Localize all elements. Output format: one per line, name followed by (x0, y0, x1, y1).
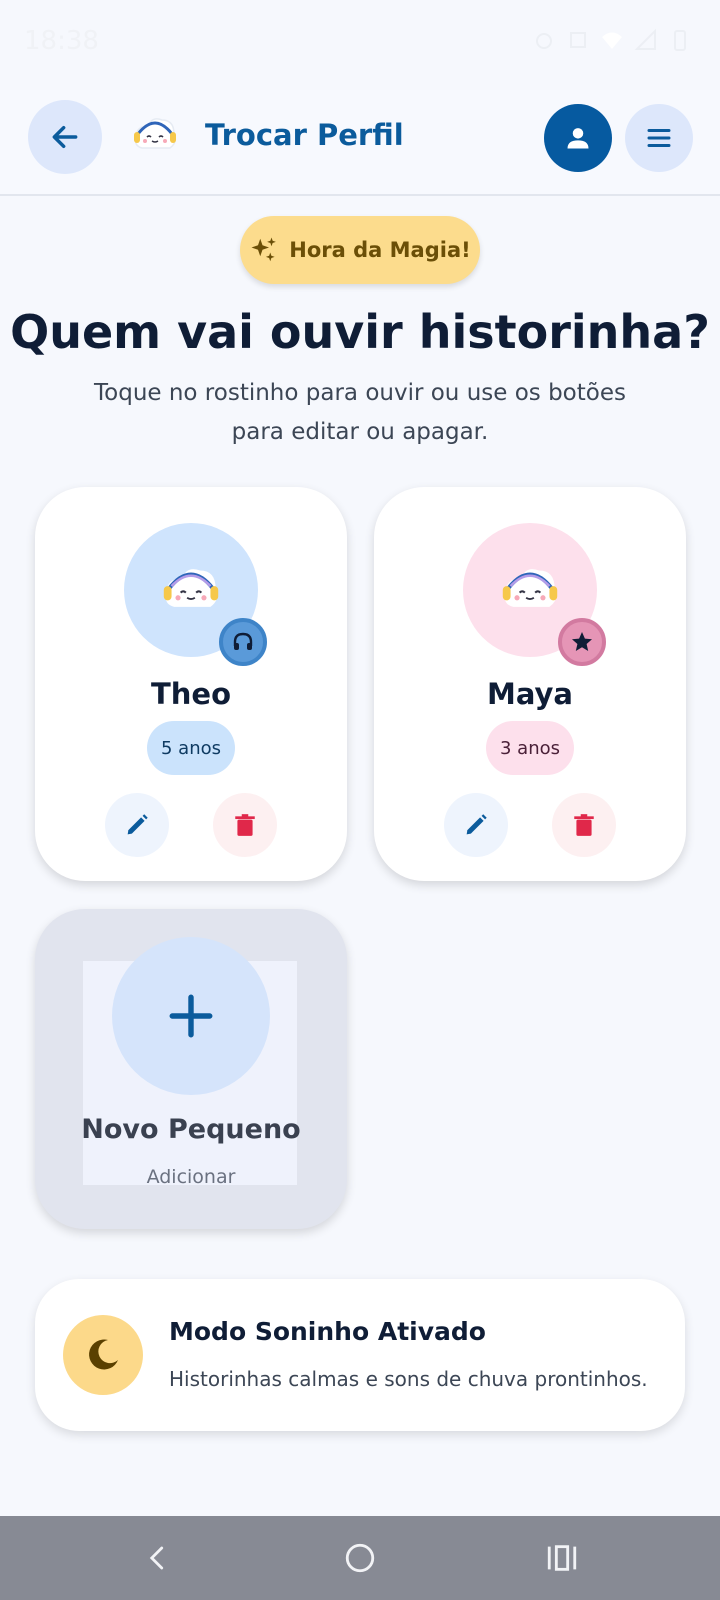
headline: Quem vai ouvir historinha? (10, 305, 710, 359)
profile-card-theo: Theo 5 anos (35, 487, 347, 881)
magic-hour-button[interactable]: Hora da Magia! (240, 216, 480, 284)
delete-profile-button[interactable] (552, 793, 616, 857)
trash-icon (235, 814, 255, 836)
status-icons (532, 28, 692, 52)
delete-profile-button[interactable] (213, 793, 277, 857)
nav-home-button[interactable] (338, 1536, 382, 1580)
circle-home-icon (345, 1543, 375, 1573)
age-badge: 5 anos (147, 721, 235, 775)
menu-button[interactable] (625, 104, 693, 172)
edit-profile-button[interactable] (444, 793, 508, 857)
headphones-icon (233, 632, 253, 650)
age-badge: 3 anos (486, 721, 574, 775)
data-icon (566, 28, 590, 52)
signal-icon (634, 28, 658, 52)
magic-hour-label: Hora da Magia! (289, 238, 471, 262)
page-title: Trocar Perfil (205, 118, 404, 152)
cloud-face-icon (163, 569, 219, 607)
app-bar: Trocar Perfil (0, 90, 720, 196)
headphones-badge (219, 618, 267, 666)
nav-recents-button[interactable] (540, 1536, 584, 1580)
plus-icon (169, 994, 213, 1038)
profile-button[interactable] (544, 104, 612, 172)
moon-badge (63, 1315, 143, 1395)
star-icon (572, 632, 592, 651)
system-nav-bar (0, 1516, 720, 1600)
add-profile-subtitle: Adicionar (146, 1166, 236, 1188)
sparkles-icon (251, 237, 277, 262)
battery-icon (668, 28, 692, 52)
pencil-icon (127, 814, 148, 835)
profile-card-maya: Maya 3 anos (374, 487, 686, 881)
status-bar: 18:38 (0, 0, 720, 90)
sleep-mode-description: Historinhas calmas e sons de chuva pront… (169, 1367, 648, 1391)
moon-icon (89, 1339, 118, 1370)
person-icon (567, 128, 589, 149)
back-button[interactable] (28, 100, 102, 174)
nav-back-button[interactable] (136, 1536, 180, 1580)
cloud-face-icon (502, 569, 558, 607)
pencil-icon (466, 814, 487, 835)
trash-icon (574, 814, 594, 836)
sleep-mode-title: Modo Soninho Ativado (169, 1317, 486, 1346)
chevron-left-icon (149, 1546, 164, 1570)
wifi-icon (600, 28, 624, 52)
recents-icon (547, 1545, 577, 1571)
star-badge (558, 618, 606, 666)
add-profile-card[interactable]: Novo Pequeno Adicionar (35, 909, 347, 1229)
add-profile-button[interactable] (112, 937, 270, 1095)
hamburger-icon (647, 129, 671, 147)
edit-profile-button[interactable] (105, 793, 169, 857)
arrow-left-icon (52, 125, 78, 149)
add-profile-title: Novo Pequeno (81, 1114, 301, 1145)
profile-name: Maya (486, 677, 573, 711)
subheadline: Toque no rostinho para ouvir ou use os b… (94, 380, 626, 445)
app-logo (128, 108, 182, 162)
alarm-icon (532, 28, 556, 52)
profile-name: Theo (150, 677, 232, 711)
sleep-mode-card[interactable]: Modo Soninho Ativado Historinhas calmas … (35, 1279, 685, 1431)
status-time: 18:38 (24, 26, 99, 56)
